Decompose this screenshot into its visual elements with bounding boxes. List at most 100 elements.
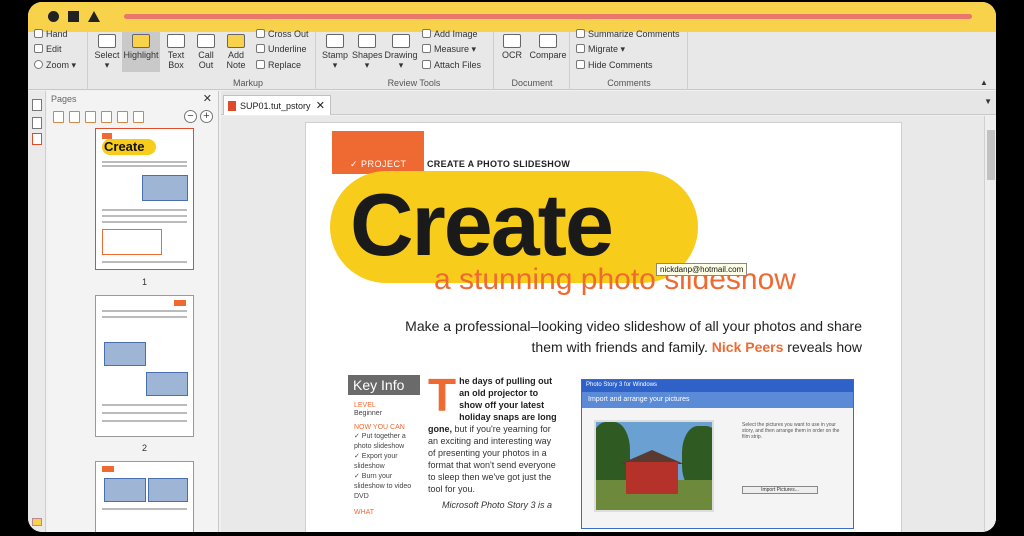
project-title: CREATE A PHOTO SLIDESHOW bbox=[427, 159, 571, 169]
call-out-icon bbox=[197, 34, 215, 48]
what-label: WHAT bbox=[354, 509, 375, 516]
viewer-scrollbar[interactable] bbox=[984, 116, 996, 532]
shapes-button[interactable]: Shapes ▾ bbox=[352, 34, 383, 70]
underline-icon bbox=[256, 44, 265, 53]
circle-control-icon[interactable] bbox=[48, 11, 59, 22]
summarize-comments-button[interactable]: Summarize Comments bbox=[576, 29, 680, 39]
stamp-button[interactable]: Stamp ▾ bbox=[320, 34, 350, 70]
stamp-icon bbox=[326, 34, 344, 48]
rotate-left-icon[interactable] bbox=[117, 111, 128, 123]
zoom-tool-button[interactable]: Zoom ▾ bbox=[34, 60, 76, 71]
hide-comments-button[interactable]: Hide Comments bbox=[576, 60, 653, 70]
app-frame: Hand Edit Zoom ▾ Select ▾ Highlight Text B… bbox=[28, 2, 996, 532]
key-info-title: Key Info bbox=[348, 375, 420, 395]
square-control-icon[interactable] bbox=[68, 11, 79, 22]
pdf-page[interactable]: ✓ PROJECT CREATE A PHOTO SLIDESHOW Creat… bbox=[305, 122, 902, 532]
project-tag-label: ✓ PROJECT bbox=[350, 159, 407, 169]
page-number-2: 2 bbox=[141, 443, 147, 453]
attach-files-button[interactable]: Attach Files bbox=[422, 60, 481, 70]
author-tooltip: nickdanp@hotmail.com bbox=[656, 263, 748, 276]
side-icon-strip bbox=[28, 91, 46, 532]
pages-panel-icon[interactable] bbox=[32, 99, 42, 111]
document-tab[interactable]: SUP01.tut_pstory ✕ bbox=[223, 95, 331, 115]
compare-button[interactable]: Compare bbox=[528, 34, 568, 60]
add-image-button[interactable]: Add Image bbox=[422, 29, 478, 39]
zoom-out-icon[interactable]: − bbox=[184, 110, 197, 123]
text-box-icon bbox=[167, 34, 185, 48]
highlight-icon bbox=[132, 34, 150, 48]
page-thumbnail-3[interactable] bbox=[95, 461, 194, 532]
import-pictures-button: Import Pictures... bbox=[742, 486, 818, 494]
close-icon[interactable]: ✕ bbox=[203, 92, 212, 105]
replace-icon bbox=[256, 60, 265, 69]
shapes-icon bbox=[358, 34, 376, 48]
ribbon-group-review-tools: Stamp ▾ Shapes ▾ Drawing ▾ Add Image Measur… bbox=[316, 29, 494, 90]
replace-button[interactable]: Replace bbox=[256, 60, 301, 70]
note-icon bbox=[227, 34, 245, 48]
document-viewer: ✓ PROJECT CREATE A PHOTO SLIDESHOW Creat… bbox=[221, 116, 996, 532]
extract-page-icon[interactable] bbox=[69, 111, 80, 123]
tab-list-dropdown-icon[interactable]: ▼ bbox=[984, 97, 992, 106]
insert-page-icon[interactable] bbox=[53, 111, 64, 123]
zoom-icon bbox=[34, 60, 43, 69]
level-label: LEVEL bbox=[354, 402, 376, 409]
comment-icon bbox=[576, 60, 585, 69]
ocr-button[interactable]: OCR bbox=[498, 34, 526, 60]
progress-bar[interactable] bbox=[124, 14, 972, 19]
house-photo bbox=[594, 420, 714, 512]
document-group-label: Document bbox=[511, 78, 553, 88]
screenshot-window-title: Photo Story 3 for Windows bbox=[582, 380, 853, 392]
ribbon-group-comments: Summarize Comments Migrate ▾ Hide Commen… bbox=[570, 29, 688, 90]
migrate-button[interactable]: Migrate ▾ bbox=[576, 44, 625, 55]
ribbon-group-document: OCR Compare Document bbox=[494, 32, 570, 90]
highlight-button[interactable]: Highlight bbox=[122, 32, 160, 72]
comments-group-label: Comments bbox=[607, 78, 651, 88]
cross-out-button[interactable]: Cross Out bbox=[256, 29, 309, 39]
underline-button[interactable]: Underline bbox=[256, 44, 307, 54]
body-text: T he days of pulling out an old projecto… bbox=[428, 369, 557, 510]
key-info-box: Key Info LEVEL Beginner NOW YOU CAN ✓ Pu… bbox=[348, 375, 420, 532]
migrate-icon bbox=[576, 44, 585, 53]
close-tab-icon[interactable]: ✕ bbox=[316, 99, 325, 112]
measure-button[interactable]: Measure ▾ bbox=[422, 44, 476, 55]
now-you-can-label: NOW YOU CAN bbox=[354, 424, 405, 431]
hand-tool-button[interactable]: Hand bbox=[34, 29, 68, 39]
add-note-button[interactable]: Add Note bbox=[222, 34, 250, 70]
ruler-icon bbox=[422, 44, 431, 53]
rotate-right-icon[interactable] bbox=[133, 111, 144, 123]
cursor-icon bbox=[98, 34, 116, 48]
screenshot-header: Import and arrange your pictures bbox=[582, 392, 853, 408]
edit-tool-button[interactable]: Edit bbox=[34, 44, 62, 54]
author-name: Nick Peers bbox=[711, 339, 784, 355]
attachments-icon[interactable] bbox=[32, 133, 42, 145]
paperclip-icon bbox=[422, 60, 431, 69]
review-tools-group-label: Review Tools bbox=[387, 78, 441, 88]
pencil-icon bbox=[392, 34, 410, 48]
drop-cap: T bbox=[428, 369, 457, 421]
page-thumbnail-1[interactable]: Create bbox=[95, 128, 194, 270]
pages-panel: Pages ✕ − + Create 1 2 bbox=[47, 91, 233, 532]
embedded-screenshot: Photo Story 3 for Windows Import and arr… bbox=[581, 379, 854, 529]
replace-page-icon[interactable] bbox=[101, 111, 112, 123]
zoom-in-icon[interactable]: + bbox=[200, 110, 213, 123]
headline: Create bbox=[350, 175, 614, 274]
page-thumbnail-2[interactable] bbox=[95, 295, 194, 437]
status-icon[interactable] bbox=[32, 518, 42, 526]
drawing-button[interactable]: Drawing ▾ bbox=[384, 34, 418, 70]
bookmarks-icon[interactable] bbox=[32, 117, 42, 129]
document-tab-bar: SUP01.tut_pstory ✕ ▼ bbox=[221, 91, 996, 115]
triangle-control-icon[interactable] bbox=[88, 11, 100, 22]
delete-page-icon[interactable] bbox=[85, 111, 96, 123]
pdf-file-icon bbox=[228, 101, 236, 111]
call-out-button[interactable]: Call Out bbox=[192, 34, 220, 70]
key-info-item: ✓ Put together a photo slideshow bbox=[354, 433, 406, 450]
select-button[interactable]: Select ▾ bbox=[92, 34, 122, 70]
pages-panel-title: Pages bbox=[51, 94, 77, 104]
collapse-ribbon-icon[interactable]: ▲ bbox=[980, 78, 988, 87]
compare-icon bbox=[539, 34, 557, 48]
key-info-item: ✓ Burn your slideshow to video DVD bbox=[354, 473, 412, 500]
top-bar bbox=[28, 2, 996, 32]
text-box-button[interactable]: Text Box bbox=[162, 34, 190, 70]
screenshot-instructions: Select the pictures you want to use in y… bbox=[742, 422, 840, 440]
ribbon-toolbar: Hand Edit Zoom ▾ Select ▾ Highlight Text B… bbox=[28, 29, 996, 90]
